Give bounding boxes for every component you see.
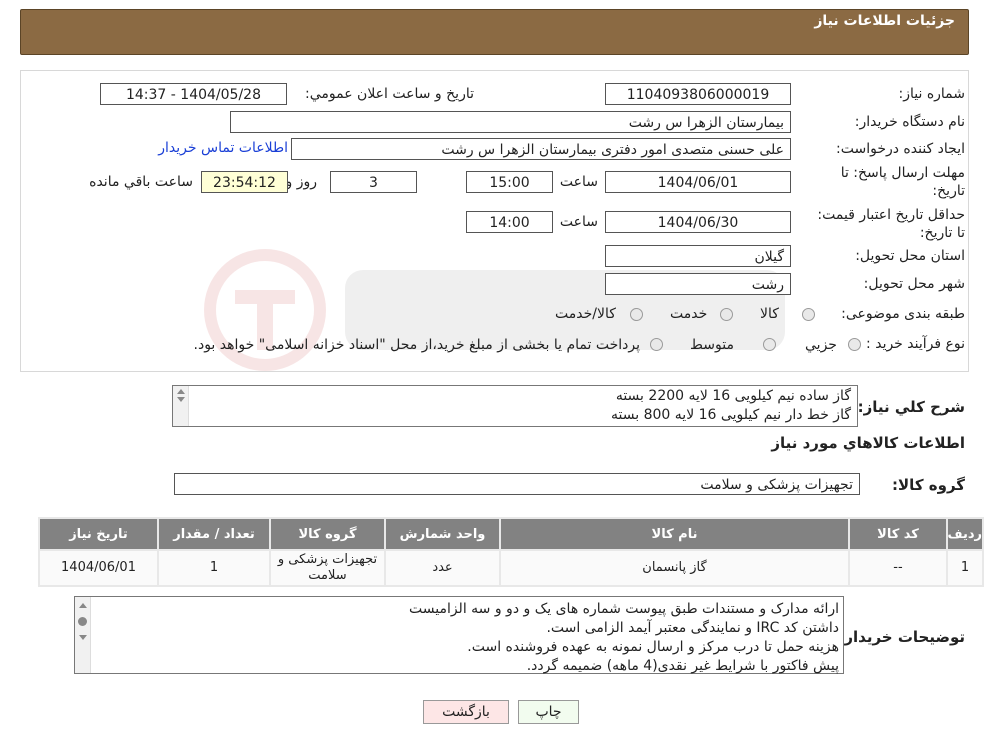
need-number-label: شماره نیاز: (898, 86, 966, 102)
days-label: روز و (285, 174, 318, 190)
process-option-minor: جزیي (805, 337, 837, 353)
category-option-service: خدمت (670, 306, 708, 322)
process-checkbox-treasury[interactable] (650, 338, 663, 351)
cell-quantity: 1 (159, 551, 269, 585)
cell-unit: عدد (386, 551, 499, 585)
goods-section-title: اطلاعات کالاهاي مورد نیاز (771, 434, 965, 452)
buyer-field: بیمارستان الزهرا س رشت (230, 111, 791, 133)
deadline-label: مهلت ارسال پاسخ: تا تاریخ: (840, 165, 965, 199)
buyer-notes-line-4: پیش فاکتور با شرایط غیر نقدی(4 ماهه) ضمی… (526, 658, 839, 674)
validity-date-field: 1404/06/30 (605, 211, 791, 233)
col-header-group: گروه کالا (271, 519, 384, 549)
category-option-goods-service: کالا/خدمت (555, 306, 616, 322)
category-label: طبقه بندی موضوعی: (841, 306, 965, 322)
scroll-thumb-icon[interactable] (78, 617, 87, 626)
buyer-notes-scrollbar[interactable] (75, 597, 91, 673)
announce-label: تاریخ و ساعت اعلان عمومي: (305, 86, 474, 102)
scroll-down-icon[interactable] (78, 635, 87, 640)
contact-info-link[interactable]: اطلاعات تماس خریدار (158, 140, 288, 156)
creator-label: ایجاد کننده درخواست: (836, 141, 965, 157)
col-header-code: کد کالا (850, 519, 946, 549)
goods-group-label: گروه کالا: (892, 476, 965, 494)
table-row: 1 -- گاز پانسمان عدد تجهیزات پزشکی و سلا… (40, 551, 982, 585)
province-label: استان محل تحویل: (855, 248, 965, 264)
buyer-notes-label: توضیحات خریدار: (838, 628, 965, 646)
buyer-notes-line-2: داشتن کد IRC و نمایندگی معتبر آیمد الزام… (546, 620, 839, 636)
buyer-notes-line-1: ارائه مدارک و مستندات طبق پیوست شماره ها… (408, 601, 839, 617)
deadline-time-label: ساعت (559, 174, 598, 190)
buyer-notes-textarea[interactable]: ارائه مدارک و مستندات طبق پیوست شماره ها… (74, 596, 844, 674)
description-line-2: گاز خط دار نیم کیلویی 16 لایه 800 بسته (611, 407, 851, 423)
need-number-field: 1104093806000019 (605, 83, 791, 105)
process-label: نوع فرآیند خرید : (866, 336, 965, 352)
validity-time-label: ساعت (559, 214, 598, 230)
print-button[interactable]: چاپ (518, 700, 579, 724)
process-radio-medium[interactable] (763, 338, 776, 351)
process-radio-minor[interactable] (848, 338, 861, 351)
process-note: پرداخت تمام یا بخشی از مبلغ خرید،از محل … (193, 337, 640, 353)
description-textarea[interactable]: گاز ساده نیم کیلویی 16 لایه 2200 بسته گا… (172, 385, 858, 427)
cell-name: گاز پانسمان (501, 551, 848, 585)
cell-group: تجهیزات پزشکی و سلامت (271, 551, 384, 585)
col-header-row-number: ردیف (947, 519, 982, 549)
city-label: شهر محل تحویل: (863, 276, 965, 292)
buyer-notes-line-3: هزینه حمل تا درب مرکز و ارسال نمونه به ع… (467, 639, 839, 655)
province-field: گیلان (605, 245, 791, 267)
col-header-unit: واحد شمارش (386, 519, 499, 549)
creator-field: علی حسنی متصدی امور دفتری بیمارستان الزه… (291, 138, 791, 160)
category-radio-service[interactable] (720, 308, 733, 321)
back-button[interactable]: بازگشت (423, 700, 509, 724)
description-line-1: گاز ساده نیم کیلویی 16 لایه 2200 بسته (615, 388, 851, 404)
deadline-time-field: 15:00 (466, 171, 553, 193)
validity-label: حداقل تاریخ اعتبار قیمت: تا تاریخ: (817, 207, 965, 241)
deadline-days-field: 3 (330, 171, 417, 193)
scroll-up-icon[interactable] (176, 389, 185, 394)
description-label: شرح کلي نیاز: (857, 398, 965, 416)
scroll-up-icon[interactable] (78, 603, 87, 608)
remaining-time-field: 23:54:12 (201, 171, 288, 193)
goods-group-field: تجهیزات پزشکی و سلامت (174, 473, 860, 495)
cell-row-number: 1 (948, 551, 982, 585)
col-header-date: تاریخ نیاز (40, 519, 157, 549)
buyer-label: نام دستگاه خریدار: (854, 114, 965, 130)
scroll-down-icon[interactable] (176, 397, 185, 402)
category-radio-goods[interactable] (802, 308, 815, 321)
page-title: جزئیات اطلاعات نیاز (814, 13, 955, 29)
deadline-date-field: 1404/06/01 (605, 171, 791, 193)
col-header-name: نام کالا (501, 519, 848, 549)
cell-date: 1404/06/01 (40, 551, 157, 585)
validity-time-field: 14:00 (466, 211, 553, 233)
cell-code: -- (850, 551, 946, 585)
description-scrollbar[interactable] (173, 386, 189, 426)
items-table: ردیف کد کالا نام کالا واحد شمارش گروه کا… (38, 517, 984, 587)
category-option-goods: کالا (760, 306, 779, 322)
city-field: رشت (605, 273, 791, 295)
table-header-row: ردیف کد کالا نام کالا واحد شمارش گروه کا… (40, 519, 982, 549)
col-header-quantity: تعداد / مقدار (159, 519, 269, 549)
announce-field: 1404/05/28 - 14:37 (100, 83, 287, 105)
category-radio-goods-service[interactable] (630, 308, 643, 321)
remaining-label: ساعت باقي مانده (89, 174, 193, 190)
process-option-medium: متوسط (690, 337, 734, 353)
